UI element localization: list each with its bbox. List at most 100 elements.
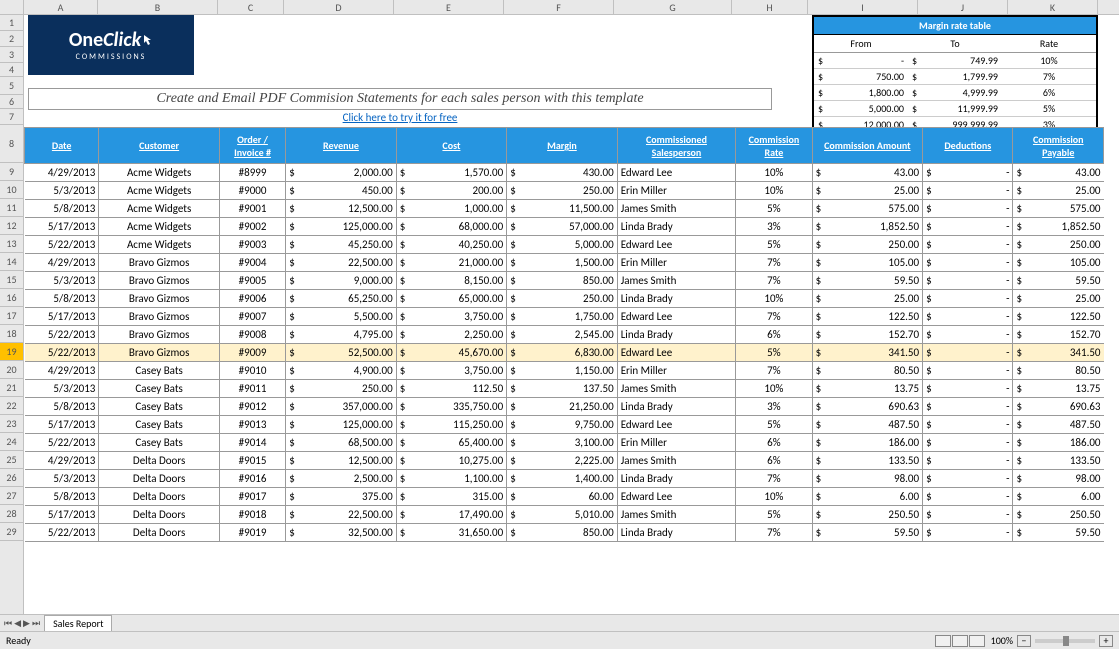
cell-invoice[interactable]: #9007 — [219, 308, 285, 326]
cell-revenue[interactable]: $22,500.00 — [286, 506, 397, 524]
cell-deductions[interactable]: $- — [923, 506, 1013, 524]
cell-payable[interactable]: $59.50 — [1013, 272, 1104, 290]
cell-customer[interactable]: Acme Widgets — [99, 164, 220, 182]
cell-deductions[interactable]: $- — [923, 218, 1013, 236]
cell-rate[interactable]: 6% — [736, 434, 812, 452]
row-header-3[interactable]: 3 — [0, 47, 23, 63]
cell-cost[interactable]: $3,750.00 — [396, 308, 507, 326]
cell-date[interactable]: 5/22/2013 — [25, 236, 99, 254]
cell-invoice[interactable]: #9011 — [219, 380, 285, 398]
cell-cost[interactable]: $21,000.00 — [396, 254, 507, 272]
cell-payable[interactable]: $122.50 — [1013, 308, 1104, 326]
cell-date[interactable]: 5/17/2013 — [25, 506, 99, 524]
view-page-layout-icon[interactable] — [952, 635, 968, 647]
cell-cost[interactable]: $112.50 — [396, 380, 507, 398]
cell-margin[interactable]: $850.00 — [507, 272, 618, 290]
cell-revenue[interactable]: $2,500.00 — [286, 470, 397, 488]
cell-date[interactable]: 5/17/2013 — [25, 416, 99, 434]
row-header-18[interactable]: 18 — [0, 325, 23, 343]
cell-rate[interactable]: 5% — [736, 200, 812, 218]
row-header-15[interactable]: 15 — [0, 271, 23, 289]
table-row[interactable]: 5/3/2013Casey Bats#9011$250.00$112.50$13… — [25, 380, 1104, 398]
cell-margin[interactable]: $1,150.00 — [507, 362, 618, 380]
row-header-4[interactable]: 4 — [0, 63, 23, 77]
cell-margin[interactable]: $137.50 — [507, 380, 618, 398]
row-header-16[interactable]: 16 — [0, 289, 23, 307]
col-header[interactable]: Revenue — [286, 128, 397, 164]
cell-invoice[interactable]: #9016 — [219, 470, 285, 488]
cell-revenue[interactable]: $250.00 — [286, 380, 397, 398]
row-header-2[interactable]: 2 — [0, 31, 23, 47]
cell-cost[interactable]: $65,000.00 — [396, 290, 507, 308]
cell-rate[interactable]: 10% — [736, 290, 812, 308]
cell-invoice[interactable]: #9006 — [219, 290, 285, 308]
cell-invoice[interactable]: #9010 — [219, 362, 285, 380]
cell-deductions[interactable]: $- — [923, 182, 1013, 200]
cell-deductions[interactable]: $- — [923, 164, 1013, 182]
cell-rate[interactable]: 10% — [736, 182, 812, 200]
cell-revenue[interactable]: $32,500.00 — [286, 524, 397, 542]
cell-rate[interactable]: 10% — [736, 380, 812, 398]
cell-deductions[interactable]: $- — [923, 524, 1013, 542]
cell-customer[interactable]: Delta Doors — [99, 452, 220, 470]
table-row[interactable]: 5/22/2013Bravo Gizmos#9008$4,795.00$2,25… — [25, 326, 1104, 344]
cell-deductions[interactable]: $- — [923, 272, 1013, 290]
cell-payable[interactable]: $690.63 — [1013, 398, 1104, 416]
column-header-h[interactable]: H — [732, 0, 808, 14]
cell-deductions[interactable]: $- — [923, 470, 1013, 488]
cell-margin[interactable]: $3,100.00 — [507, 434, 618, 452]
table-row[interactable]: 4/29/2013Delta Doors#9015$12,500.00$10,2… — [25, 452, 1104, 470]
cell-salesperson[interactable]: James Smith — [617, 452, 736, 470]
cell-revenue[interactable]: $52,500.00 — [286, 344, 397, 362]
cell-date[interactable]: 5/22/2013 — [25, 434, 99, 452]
cell-revenue[interactable]: $22,500.00 — [286, 254, 397, 272]
cell-payable[interactable]: $13.75 — [1013, 380, 1104, 398]
cell-customer[interactable]: Casey Bats — [99, 434, 220, 452]
cell-deductions[interactable]: $- — [923, 398, 1013, 416]
zoom-out-button[interactable]: − — [1017, 635, 1031, 647]
column-header-g[interactable]: G — [614, 0, 732, 14]
row-header-14[interactable]: 14 — [0, 253, 23, 271]
cell-date[interactable]: 5/3/2013 — [25, 182, 99, 200]
tab-first-icon[interactable]: ⏮ — [4, 618, 12, 629]
table-row[interactable]: 5/8/2013Bravo Gizmos#9006$65,250.00$65,0… — [25, 290, 1104, 308]
cell-cost[interactable]: $8,150.00 — [396, 272, 507, 290]
cell-revenue[interactable]: $12,500.00 — [286, 200, 397, 218]
cell-date[interactable]: 5/22/2013 — [25, 344, 99, 362]
cell-revenue[interactable]: $125,000.00 — [286, 416, 397, 434]
row-header-8[interactable]: 8 — [0, 125, 23, 163]
cell-margin[interactable]: $2,545.00 — [507, 326, 618, 344]
cell-rate[interactable]: 5% — [736, 236, 812, 254]
cell-date[interactable]: 5/8/2013 — [25, 290, 99, 308]
cell-rate[interactable]: 10% — [736, 488, 812, 506]
cell-rate[interactable]: 7% — [736, 470, 812, 488]
cell-rate[interactable]: 7% — [736, 308, 812, 326]
cell-revenue[interactable]: $2,000.00 — [286, 164, 397, 182]
cell-invoice[interactable]: #9001 — [219, 200, 285, 218]
cell-amount[interactable]: $575.00 — [812, 200, 923, 218]
cell-salesperson[interactable]: Linda Brady — [617, 524, 736, 542]
cell-deductions[interactable]: $- — [923, 254, 1013, 272]
cell-margin[interactable]: $6,830.00 — [507, 344, 618, 362]
column-header-a[interactable]: A — [24, 0, 98, 14]
column-header-j[interactable]: J — [918, 0, 1008, 14]
cell-salesperson[interactable]: Linda Brady — [617, 326, 736, 344]
cell-deductions[interactable]: $- — [923, 362, 1013, 380]
row-header-20[interactable]: 20 — [0, 361, 23, 379]
cell-date[interactable]: 4/29/2013 — [25, 452, 99, 470]
cell-date[interactable]: 5/17/2013 — [25, 308, 99, 326]
col-header[interactable]: Date — [25, 128, 99, 164]
cell-payable[interactable]: $250.00 — [1013, 236, 1104, 254]
cell-amount[interactable]: $43.00 — [812, 164, 923, 182]
cell-rate[interactable]: 5% — [736, 344, 812, 362]
cell-rate[interactable]: 3% — [736, 398, 812, 416]
cell-payable[interactable]: $341.50 — [1013, 344, 1104, 362]
sheet-tab-sales-report[interactable]: Sales Report — [44, 615, 112, 631]
cell-rate[interactable]: 7% — [736, 362, 812, 380]
cell-deductions[interactable]: $- — [923, 488, 1013, 506]
cell-amount[interactable]: $6.00 — [812, 488, 923, 506]
cell-customer[interactable]: Bravo Gizmos — [99, 326, 220, 344]
cell-invoice[interactable]: #9005 — [219, 272, 285, 290]
cell-customer[interactable]: Casey Bats — [99, 416, 220, 434]
cell-invoice[interactable]: #9003 — [219, 236, 285, 254]
